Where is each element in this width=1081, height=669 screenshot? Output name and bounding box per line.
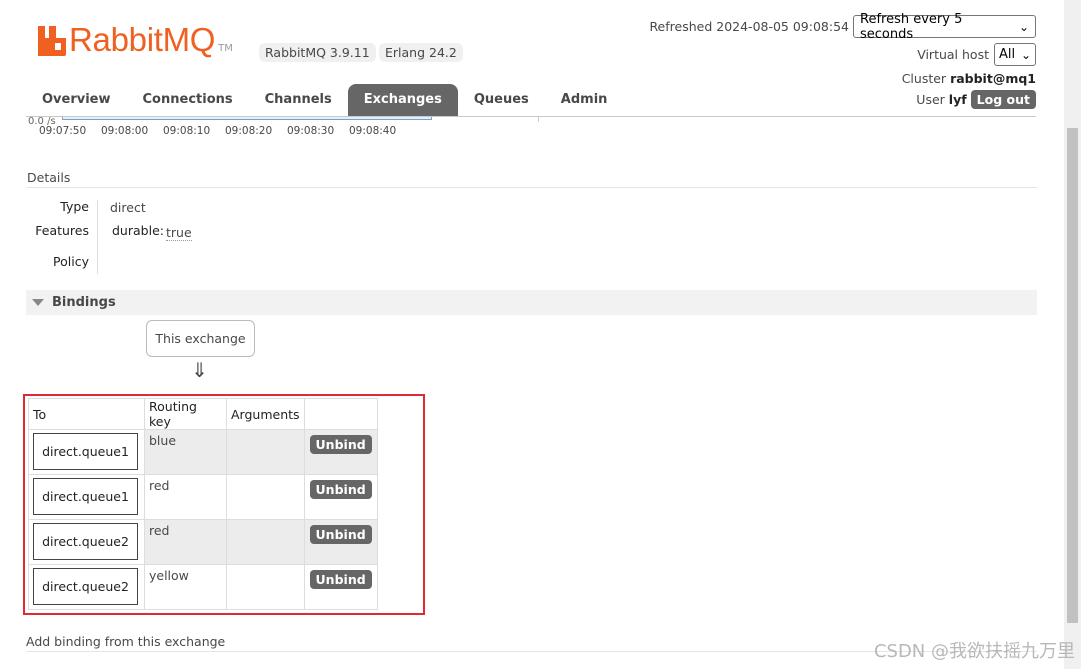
user-name: lyf bbox=[948, 92, 967, 107]
features-durable-key: durable: bbox=[112, 223, 164, 238]
tab-admin[interactable]: Admin bbox=[545, 84, 624, 116]
chart-divider bbox=[538, 117, 539, 122]
bindings-section-toggle[interactable]: Bindings bbox=[26, 290, 1037, 315]
arguments-cell bbox=[226, 429, 305, 475]
table-row: direct.queue1 red Unbind bbox=[28, 474, 378, 520]
watermark: CSDN @我欲扶摇九万里 bbox=[873, 641, 1075, 662]
erlang-version-badge: Erlang 24.2 bbox=[379, 43, 463, 62]
routing-key-cell: yellow bbox=[144, 564, 227, 610]
column-header-to: To bbox=[28, 398, 145, 430]
tab-queues[interactable]: Queues bbox=[458, 84, 545, 116]
user-label: User bbox=[916, 92, 945, 107]
user-info: User lyf Log out bbox=[916, 90, 1036, 109]
features-label: Features bbox=[35, 223, 89, 238]
chart-tick-label: 09:07:50 bbox=[39, 125, 87, 137]
refreshed-timestamp: Refreshed 2024-08-05 09:08:54 bbox=[649, 19, 849, 34]
chevron-down-icon: ⌄ bbox=[1018, 19, 1029, 34]
unbind-button[interactable]: Unbind bbox=[309, 480, 372, 499]
queue-link[interactable]: direct.queue1 bbox=[33, 433, 138, 470]
details-column-divider bbox=[97, 200, 98, 274]
tab-exchanges[interactable]: Exchanges bbox=[347, 84, 458, 116]
unbind-button[interactable]: Unbind bbox=[309, 525, 372, 544]
features-durable-value: true bbox=[166, 225, 192, 241]
unbind-button[interactable]: Unbind bbox=[309, 435, 372, 454]
cluster-info: Cluster rabbit@mq1 bbox=[902, 71, 1036, 86]
virtual-host-select[interactable]: All ⌄ bbox=[994, 43, 1036, 66]
refresh-interval-value: Refresh every 5 seconds bbox=[860, 11, 963, 42]
table-row: direct.queue2 yellow Unbind bbox=[28, 564, 378, 610]
arguments-cell bbox=[226, 474, 305, 520]
details-divider bbox=[26, 187, 1037, 188]
down-arrow-icon: ⇓ bbox=[191, 358, 208, 382]
virtual-host-area: Virtual host All ⌄ bbox=[917, 43, 1036, 66]
chart-tick-label: 09:08:30 bbox=[287, 125, 335, 137]
refresh-interval-select[interactable]: Refresh every 5 seconds ⌄ bbox=[853, 12, 1036, 42]
chart-tick-label: 09:08:20 bbox=[225, 125, 273, 137]
chart-tick-label: 09:08:00 bbox=[101, 125, 149, 137]
routing-key-cell: red bbox=[144, 474, 227, 520]
logout-button[interactable]: Log out bbox=[970, 90, 1036, 109]
tab-connections[interactable]: Connections bbox=[127, 84, 249, 116]
main-tabs: Overview Connections Channels Exchanges … bbox=[26, 84, 623, 116]
routing-key-cell: blue bbox=[144, 429, 227, 475]
queue-link[interactable]: direct.queue2 bbox=[33, 523, 138, 560]
bindings-title: Bindings bbox=[52, 295, 116, 310]
column-header-routing-key: Routing key bbox=[144, 398, 227, 430]
cluster-label: Cluster bbox=[901, 71, 947, 86]
rabbit-logo-icon bbox=[38, 26, 66, 56]
queue-link[interactable]: direct.queue1 bbox=[33, 478, 138, 515]
logo-text: RabbitMQ bbox=[69, 21, 216, 58]
arguments-cell bbox=[226, 564, 305, 610]
tab-channels[interactable]: Channels bbox=[249, 84, 348, 116]
rabbitmq-version-badge: RabbitMQ 3.9.11 bbox=[259, 43, 376, 62]
arguments-cell bbox=[226, 519, 305, 565]
policy-label: Policy bbox=[53, 254, 89, 269]
column-header-actions bbox=[303, 398, 378, 430]
type-label: Type bbox=[60, 199, 89, 214]
unbind-button[interactable]: Unbind bbox=[309, 570, 372, 589]
virtual-host-value: All bbox=[999, 47, 1016, 62]
bindings-table: To Routing key Arguments direct.queue1 b… bbox=[28, 398, 378, 610]
header: RabbitMQ TM RabbitMQ 3.9.11 Erlang 24.2 … bbox=[0, 0, 1064, 117]
table-row: direct.queue2 red Unbind bbox=[28, 519, 378, 565]
table-header-row: To Routing key Arguments bbox=[28, 398, 378, 430]
page-scrollbar[interactable] bbox=[1064, 0, 1081, 669]
refresh-area: Refreshed 2024-08-05 09:08:54 Refresh ev… bbox=[649, 12, 1036, 42]
logo-trademark: TM bbox=[218, 43, 233, 54]
chart-tick-label: 09:08:10 bbox=[163, 125, 211, 137]
chart-plot-area bbox=[62, 117, 432, 120]
tab-overview[interactable]: Overview bbox=[26, 84, 127, 116]
type-value: direct bbox=[110, 200, 146, 215]
chevron-down-icon: ⌄ bbox=[1020, 47, 1031, 62]
chart-tick-label: 09:08:40 bbox=[349, 125, 397, 137]
queue-link[interactable]: direct.queue2 bbox=[33, 568, 138, 605]
collapse-triangle-icon bbox=[32, 299, 44, 306]
column-header-arguments: Arguments bbox=[226, 398, 305, 430]
table-row: direct.queue1 blue Unbind bbox=[28, 429, 378, 475]
routing-key-cell: red bbox=[144, 519, 227, 565]
add-binding-section-toggle[interactable]: Add binding from this exchange bbox=[26, 634, 225, 649]
virtual-host-label: Virtual host bbox=[917, 47, 989, 62]
rabbitmq-logo[interactable]: RabbitMQ TM bbox=[38, 21, 233, 58]
scrollbar-thumb[interactable] bbox=[1067, 128, 1078, 623]
details-heading: Details bbox=[27, 170, 71, 185]
this-exchange-box: This exchange bbox=[146, 320, 255, 357]
cluster-name: rabbit@mq1 bbox=[950, 71, 1036, 86]
message-rate-chart: 0.0 /s 09:07:50 09:08:00 09:08:10 09:08:… bbox=[28, 117, 548, 137]
